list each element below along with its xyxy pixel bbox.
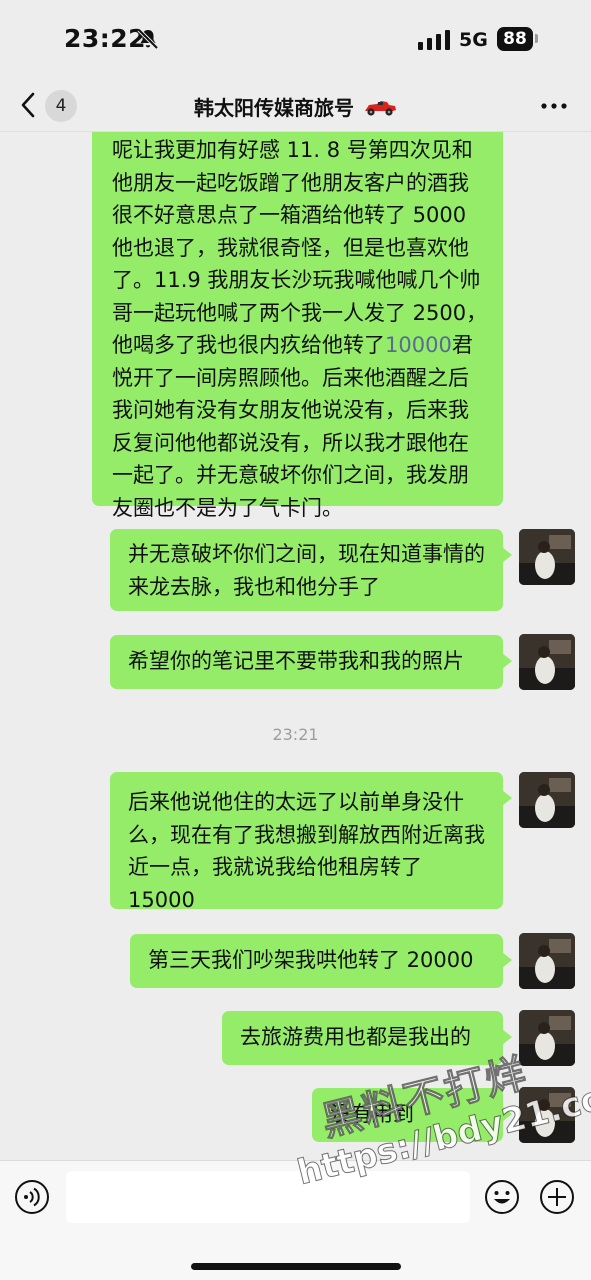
message-text: 君悦开了一间房照顾他。后来他酒醒之后我问她有没有女朋友他说没有，后来我反复问他他… (112, 333, 473, 520)
avatar[interactable] (519, 772, 575, 828)
avatar[interactable] (519, 634, 575, 690)
signal-icon (418, 30, 450, 50)
battery-indicator: 88 (497, 27, 533, 51)
status-time: 23:22 (64, 24, 147, 53)
chat-header: 4 韩太阳传媒商旅号 (0, 80, 591, 132)
message-bubble[interactable]: 呢让我更加有好感 11. 8 号第四次见和他朋友一起吃饭蹭了他朋友客户的酒我很不… (92, 132, 503, 520)
home-indicator (191, 1263, 401, 1270)
chat-title-text: 韩太阳传媒商旅号 (194, 96, 355, 120)
message-bubble[interactable]: 没有用到 (312, 1088, 512, 1142)
message-timestamp: 23:21 (272, 725, 319, 744)
avatar[interactable] (519, 1087, 575, 1143)
plus-icon[interactable] (539, 1179, 575, 1215)
message-text: 去旅游费用也都是我出的 (240, 1025, 471, 1049)
more-icon[interactable] (540, 102, 568, 110)
message-bubble[interactable]: 后来他说他住的太远了以前单身没什么，现在有了我想搬到解放西附近离我近一点，我就说… (110, 772, 512, 912)
avatar[interactable] (519, 1010, 575, 1066)
battery-cap (535, 34, 538, 43)
message-text: 后来他说他住的太远了以前单身没什么，现在有了我想搬到解放西附近离我近一点，我就说… (128, 790, 485, 912)
input-bar (0, 1160, 591, 1280)
avatar[interactable] (519, 529, 575, 585)
chat-message-list[interactable]: 呢让我更加有好感 11. 8 号第四次见和他朋友一起吃饭蹭了他朋友客户的酒我很不… (0, 132, 591, 1160)
message-link-number[interactable]: 10000 (385, 333, 452, 357)
message-bubble[interactable]: 希望你的笔记里不要带我和我的照片 (110, 635, 512, 689)
network-label: 5G (459, 29, 488, 51)
status-bar: 23:22 5G 88 (0, 0, 591, 80)
message-bubble[interactable]: 并无意破坏你们之间，现在知道事情的来龙去脉，我也和他分手了 (110, 529, 512, 611)
voice-icon[interactable] (14, 1179, 50, 1215)
message-text: 呢让我更加有好感 11. 8 号第四次见和他朋友一起吃饭蹭了他朋友客户的酒我很不… (112, 138, 488, 357)
avatar[interactable] (519, 933, 575, 989)
message-text: 没有用到 (330, 1102, 414, 1126)
race-car-icon (364, 101, 396, 116)
message-text: 希望你的笔记里不要带我和我的照片 (128, 649, 464, 673)
message-bubble[interactable]: 第三天我们吵架我哄他转了 20000 (130, 934, 512, 988)
message-input[interactable] (66, 1171, 470, 1223)
message-text: 第三天我们吵架我哄他转了 20000 (148, 948, 474, 972)
message-bubble[interactable]: 去旅游费用也都是我出的 (222, 1011, 512, 1065)
bell-mute-icon (137, 28, 159, 50)
emoji-icon[interactable] (484, 1179, 520, 1215)
chat-title: 韩太阳传媒商旅号 (0, 92, 591, 121)
message-text: 并无意破坏你们之间，现在知道事情的来龙去脉，我也和他分手了 (128, 542, 485, 599)
